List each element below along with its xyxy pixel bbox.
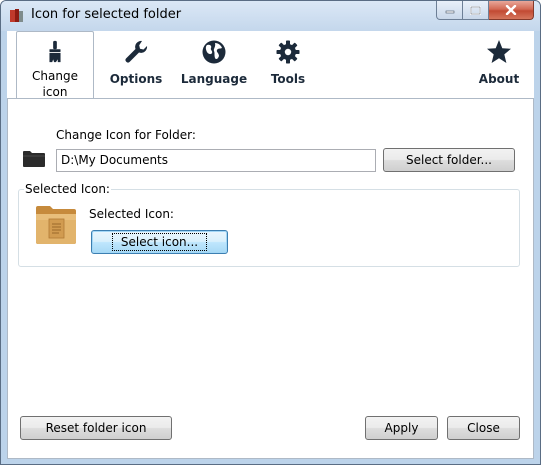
selected-icon-group <box>18 189 520 267</box>
paintbrush-icon <box>49 40 61 63</box>
tab-change-icon[interactable]: Change icon <box>16 31 94 100</box>
select-icon-button[interactable]: Select icon... <box>91 230 228 254</box>
tab-tools[interactable]: Tools <box>260 31 316 99</box>
wrench-icon <box>125 40 148 63</box>
app-window: Icon for selected folder Change icon Opt… <box>0 0 541 465</box>
tab-options[interactable]: Options <box>105 31 167 99</box>
reset-folder-icon-button[interactable]: Reset folder icon <box>20 416 172 440</box>
apply-button[interactable]: Apply <box>365 416 438 440</box>
close-button[interactable]: Close <box>447 416 520 440</box>
preview-folder-icon <box>36 206 76 244</box>
select-folder-button[interactable]: Select folder... <box>383 148 515 172</box>
selected-icon-label: Selected Icon: <box>89 207 174 221</box>
folder-section-label: Change Icon for Folder: <box>56 128 196 142</box>
tab-tools-label: Tools <box>270 72 306 86</box>
tab-language[interactable]: Language <box>179 31 249 99</box>
gear-icon <box>276 40 300 64</box>
star-icon <box>487 40 511 63</box>
tab-about-label: About <box>478 72 520 86</box>
tab-options-label: Options <box>109 72 163 86</box>
window-title: Icon for selected folder <box>31 7 182 22</box>
maximize-button[interactable] <box>463 1 489 20</box>
app-icon <box>10 9 23 22</box>
select-icon-button-text: Select icon... <box>111 233 208 251</box>
tab-change-icon-label: Change icon <box>32 69 78 99</box>
tab-language-label: Language <box>180 72 248 86</box>
change-icon-panel: Change Icon for Folder: D:\My Documents … <box>7 98 534 459</box>
main-toolbar: Change icon Options Language Tools About <box>7 31 534 100</box>
minimize-button[interactable] <box>436 1 463 20</box>
tab-about[interactable]: About <box>469 31 529 99</box>
globe-icon <box>202 40 226 64</box>
selected-icon-group-title: Selected Icon: <box>24 182 111 196</box>
maximize-icon <box>470 5 481 15</box>
folder-icon <box>23 151 45 167</box>
close-window-button[interactable] <box>489 1 534 20</box>
folder-path-field[interactable]: D:\My Documents <box>56 149 376 172</box>
minimize-icon <box>445 10 454 14</box>
title-bar[interactable]: Icon for selected folder <box>1 1 540 31</box>
close-icon <box>505 5 517 15</box>
caption-buttons <box>436 1 534 21</box>
